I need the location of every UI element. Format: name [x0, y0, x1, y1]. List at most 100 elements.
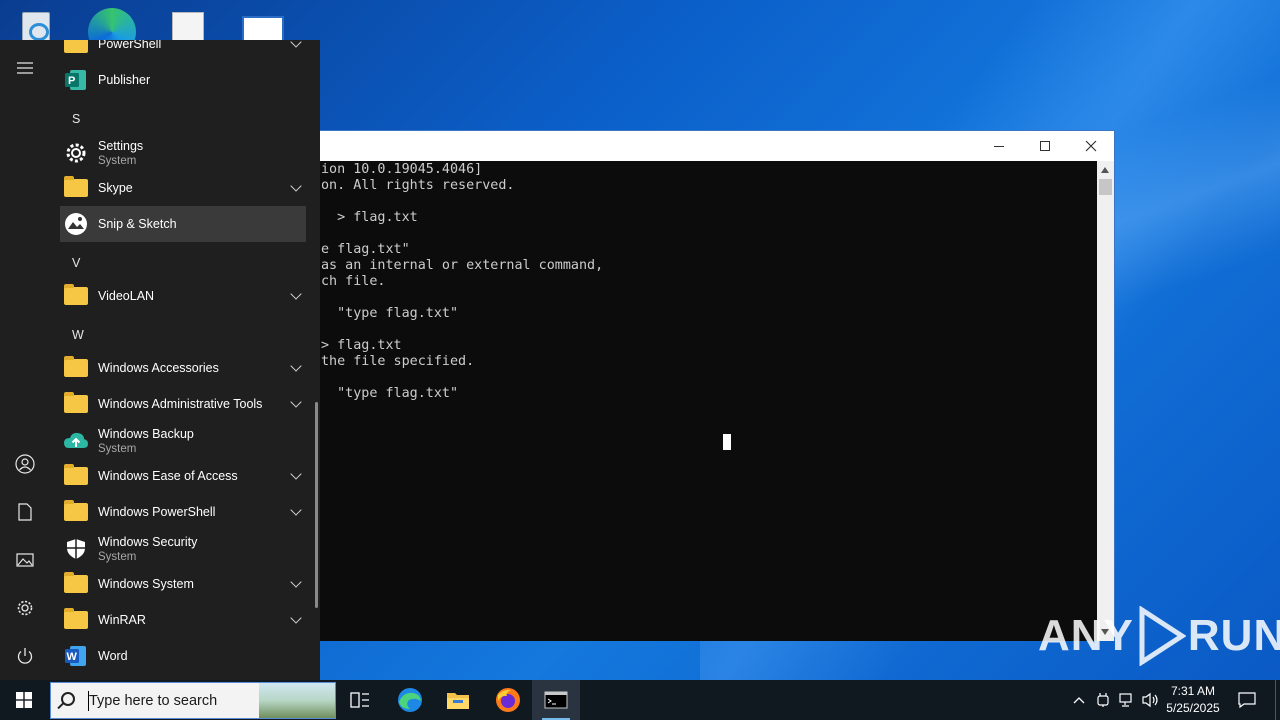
maximize-button[interactable]: [1022, 131, 1068, 161]
network-icon: [1119, 693, 1132, 707]
terminal-line: e flag.txt": [321, 242, 410, 257]
list-item-winrar[interactable]: WinRAR: [60, 602, 306, 638]
scroll-up-arrow-icon[interactable]: [1101, 167, 1109, 173]
tray-device-button[interactable]: [1092, 680, 1114, 720]
terminal-line: ion 10.0.19045.4046]: [321, 162, 483, 177]
hamburger-menu-icon: [17, 62, 33, 74]
recycle-bin-icon[interactable]: [14, 4, 58, 44]
usb-device-icon: [1097, 693, 1109, 707]
settings-button[interactable]: [5, 588, 45, 628]
show-desktop-button[interactable]: [1275, 680, 1280, 720]
maximize-icon: [1040, 141, 1050, 151]
document-icon: [18, 503, 32, 521]
notification-icon: [1238, 692, 1256, 708]
list-item-windows-powershell[interactable]: Windows PowerShell: [60, 494, 306, 530]
power-icon: [17, 648, 33, 664]
section-letter-v[interactable]: V: [72, 256, 80, 270]
chevron-down-icon: [290, 504, 302, 516]
edge-browser-icon: [398, 688, 422, 712]
taskbar-file-explorer-button[interactable]: [434, 680, 482, 720]
taskbar-edge-button[interactable]: [386, 680, 434, 720]
tray-network-button[interactable]: [1116, 680, 1138, 720]
clock-date: 5/25/2025: [1166, 701, 1220, 715]
taskbar-firefox-button[interactable]: [484, 680, 532, 720]
folder-icon: [63, 283, 89, 309]
window-titlebar[interactable]: [319, 131, 1114, 161]
tray-volume-button[interactable]: [1140, 680, 1162, 720]
minimize-button[interactable]: [976, 131, 1022, 161]
documents-button[interactable]: [5, 492, 45, 532]
list-item-windows-system[interactable]: Windows System: [60, 566, 306, 602]
terminal-output[interactable]: ion 10.0.19045.4046] on. All rights reser…: [319, 161, 1099, 641]
document-desktop-icon[interactable]: [240, 4, 284, 48]
chevron-up-icon: [1073, 697, 1085, 704]
terminal-line: the file specified.: [321, 354, 475, 369]
taskbar: Type here to search 7:31 AM 5/25/2025: [0, 680, 1280, 720]
search-icon: [61, 692, 75, 706]
anyrun-watermark: ANY RUN: [1038, 606, 1280, 666]
taskbar-clock[interactable]: 7:31 AM 5/25/2025: [1160, 683, 1226, 717]
task-view-button[interactable]: [336, 680, 384, 720]
app-label: Windows Accessories: [98, 361, 219, 375]
shield-icon: [63, 536, 89, 562]
scrollbar-thumb[interactable]: [1099, 179, 1112, 195]
expand-menu-button[interactable]: [5, 48, 45, 88]
terminal-scrollbar[interactable]: [1097, 161, 1114, 641]
folder-icon: [63, 607, 89, 633]
list-item-videolan-folder[interactable]: VideoLAN: [60, 278, 306, 314]
command-prompt-window[interactable]: ion 10.0.19045.4046] on. All rights reser…: [318, 130, 1115, 641]
minimize-icon: [994, 145, 1004, 147]
list-item-publisher[interactable]: P Publisher: [60, 62, 306, 98]
snip-sketch-icon: [63, 211, 89, 237]
app-label: WinRAR: [98, 613, 146, 627]
app-sublabel: System: [98, 443, 137, 455]
list-item-windows-ease-of-access[interactable]: Windows Ease of Access: [60, 458, 306, 494]
list-item-skype-folder[interactable]: Skype: [60, 170, 306, 206]
power-button[interactable]: [5, 636, 45, 676]
start-menu-rail: [0, 40, 50, 680]
app-label: Windows Backup: [98, 427, 194, 441]
terminal-line: "type flag.txt": [321, 386, 459, 401]
section-letter-s[interactable]: S: [72, 112, 80, 126]
app-label: Windows PowerShell: [98, 505, 216, 519]
list-item-word[interactable]: W Word: [60, 638, 306, 674]
terminal-cursor: [723, 434, 731, 450]
app-label: Snip & Sketch: [98, 217, 177, 231]
app-sublabel: System: [98, 551, 137, 563]
document-desktop-icon[interactable]: [170, 4, 214, 48]
taskbar-search-box[interactable]: Type here to search: [50, 682, 336, 719]
app-list-scrollbar[interactable]: [315, 402, 318, 608]
list-item-snip-sketch[interactable]: Snip & Sketch: [60, 206, 306, 242]
list-item-windows-backup[interactable]: Windows Backup System: [60, 422, 306, 460]
folder-icon: [63, 175, 89, 201]
list-item-powershell-folder[interactable]: PowerShell: [60, 40, 306, 62]
word-icon: W: [63, 643, 89, 669]
close-icon: [1085, 140, 1097, 152]
start-menu: PowerShell P Publisher S Settings System…: [0, 40, 320, 680]
start-button[interactable]: [0, 680, 48, 720]
pictures-button[interactable]: [5, 540, 45, 580]
app-list[interactable]: PowerShell P Publisher S Settings System…: [50, 40, 320, 680]
edge-desktop-icon[interactable]: [86, 4, 136, 56]
user-account-icon: [15, 454, 35, 474]
list-item-windows-accessories[interactable]: Windows Accessories: [60, 350, 306, 386]
close-button[interactable]: [1068, 131, 1114, 161]
svg-text:W: W: [67, 651, 78, 663]
app-label: Windows System: [98, 577, 194, 591]
list-item-windows-admin-tools[interactable]: Windows Administrative Tools: [60, 386, 306, 422]
chevron-down-icon: [290, 288, 302, 300]
action-center-button[interactable]: [1234, 680, 1260, 720]
list-item-settings[interactable]: Settings System: [60, 134, 306, 172]
list-item-windows-security[interactable]: Windows Security System: [60, 530, 306, 568]
windows-logo-icon: [16, 692, 32, 708]
app-label: Settings: [98, 139, 144, 153]
show-hidden-icons-button[interactable]: [1068, 680, 1090, 720]
section-letter-w[interactable]: W: [72, 328, 84, 342]
taskbar-cmd-button[interactable]: [532, 680, 580, 720]
watermark-left-text: ANY: [1038, 611, 1134, 660]
firefox-icon: [496, 688, 520, 712]
app-label: Windows Administrative Tools: [98, 397, 263, 411]
task-view-icon: [350, 692, 369, 708]
account-button[interactable]: [5, 444, 45, 484]
terminal-line: > flag.txt: [321, 210, 418, 225]
